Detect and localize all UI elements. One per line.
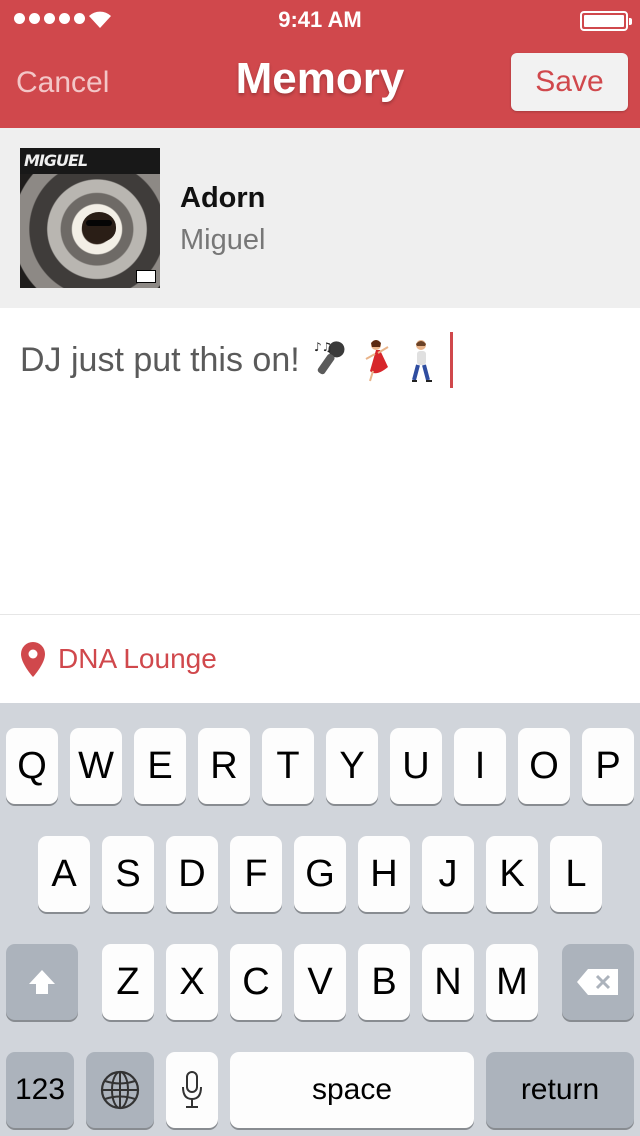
key-n[interactable]: N bbox=[422, 944, 474, 1020]
album-art: MIGUEL bbox=[20, 148, 160, 288]
key-i[interactable]: I bbox=[454, 728, 506, 804]
key-q[interactable]: Q bbox=[6, 728, 58, 804]
key-u[interactable]: U bbox=[390, 728, 442, 804]
key-s[interactable]: S bbox=[102, 836, 154, 912]
return-key[interactable]: return bbox=[486, 1052, 634, 1128]
backspace-key[interactable] bbox=[562, 944, 634, 1020]
shift-arrow-icon bbox=[29, 970, 55, 994]
location-pin-icon bbox=[21, 642, 45, 677]
key-r[interactable]: R bbox=[198, 728, 250, 804]
key-b[interactable]: B bbox=[358, 944, 410, 1020]
space-key[interactable]: space bbox=[230, 1052, 474, 1128]
globe-key[interactable] bbox=[86, 1052, 154, 1128]
cancel-button[interactable]: Cancel bbox=[16, 66, 109, 100]
dancer-emoji bbox=[365, 340, 389, 382]
memory-text-area[interactable]: DJ just put this on! ♪♫ bbox=[0, 308, 640, 614]
key-j[interactable]: J bbox=[422, 836, 474, 912]
save-button[interactable]: Save bbox=[511, 53, 628, 111]
memory-text: DJ just put this on! bbox=[20, 340, 300, 379]
globe-icon bbox=[100, 1070, 140, 1110]
walking-man-emoji bbox=[411, 340, 432, 382]
key-w[interactable]: W bbox=[70, 728, 122, 804]
key-c[interactable]: C bbox=[230, 944, 282, 1020]
key-d[interactable]: D bbox=[166, 836, 218, 912]
key-g[interactable]: G bbox=[294, 836, 346, 912]
key-h[interactable]: H bbox=[358, 836, 410, 912]
key-z[interactable]: Z bbox=[102, 944, 154, 1020]
key-a[interactable]: A bbox=[38, 836, 90, 912]
dictation-key[interactable] bbox=[166, 1052, 218, 1128]
key-x[interactable]: X bbox=[166, 944, 218, 1020]
key-o[interactable]: O bbox=[518, 728, 570, 804]
song-artist: Miguel bbox=[180, 224, 266, 256]
status-bar: 9:41 AM bbox=[0, 0, 640, 40]
backspace-icon bbox=[577, 969, 618, 995]
microphone-icon bbox=[182, 1071, 202, 1108]
key-f[interactable]: F bbox=[230, 836, 282, 912]
key-k[interactable]: K bbox=[486, 836, 538, 912]
key-v[interactable]: V bbox=[294, 944, 346, 1020]
key-l[interactable]: L bbox=[550, 836, 602, 912]
microphone-emoji: ♪♫ bbox=[314, 340, 345, 375]
text-cursor bbox=[449, 332, 453, 388]
key-p[interactable]: P bbox=[582, 728, 634, 804]
key-e[interactable]: E bbox=[134, 728, 186, 804]
nav-bar: Cancel Memory Save bbox=[0, 40, 640, 128]
shift-key[interactable] bbox=[6, 944, 78, 1020]
song-title: Adorn bbox=[180, 182, 266, 214]
key-y[interactable]: Y bbox=[326, 728, 378, 804]
key-t[interactable]: T bbox=[262, 728, 314, 804]
key-m[interactable]: M bbox=[486, 944, 538, 1020]
numbers-key[interactable]: 123 bbox=[6, 1052, 74, 1128]
song-card[interactable]: MIGUEL Adorn Miguel bbox=[0, 128, 640, 308]
location-row[interactable]: DNA Lounge bbox=[0, 615, 640, 703]
keyboard: Q W E R T Y U I O P A S D F G H J K L Z … bbox=[0, 703, 640, 1136]
status-time: 9:41 AM bbox=[278, 7, 362, 32]
album-logo: MIGUEL bbox=[24, 151, 88, 170]
location-label: DNA Lounge bbox=[58, 643, 217, 674]
svg-text:♪♫: ♪♫ bbox=[314, 340, 332, 354]
header: 9:41 AM Cancel Memory Save bbox=[0, 0, 640, 128]
battery-icon bbox=[580, 11, 632, 31]
